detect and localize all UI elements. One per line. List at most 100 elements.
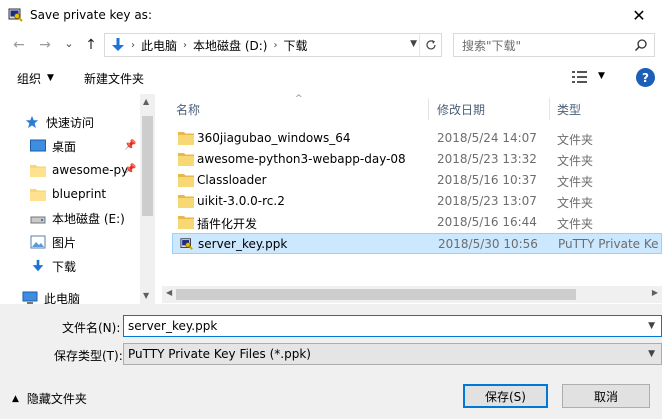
- scroll-up-icon[interactable]: ▲: [143, 97, 149, 106]
- computer-icon: [22, 291, 38, 304]
- file-name: 插件化开发: [197, 217, 258, 231]
- back-button[interactable]: ←: [8, 34, 30, 56]
- up-button[interactable]: ↑: [80, 34, 102, 56]
- filename-label: 文件名(N):: [62, 321, 121, 335]
- view-dropdown-icon[interactable]: ▼: [598, 71, 605, 81]
- putty-key-icon: [8, 8, 23, 22]
- hide-folders-label: 隐藏文件夹: [26, 392, 87, 406]
- save-options-panel: 文件名(N): server_key.ppk ▼ 保存类型(T): PuTTY …: [0, 304, 662, 419]
- file-name: Classloader: [197, 173, 267, 187]
- file-row[interactable]: 插件化开发 2018/5/16 16:44 文件夹: [172, 212, 662, 233]
- file-date: 2018/5/16 16:44: [437, 215, 537, 229]
- search-input[interactable]: 搜索"下载": [453, 33, 655, 57]
- download-icon: [32, 259, 44, 272]
- sidebar-item-label: 此电脑: [44, 291, 81, 305]
- chevron-down-icon[interactable]: ▼: [648, 321, 655, 331]
- file-date: 2018/5/24 14:07: [437, 131, 537, 145]
- star-icon: [25, 115, 39, 129]
- file-row[interactable]: 360jiagubao_windows_64 2018/5/24 14:07 文…: [172, 128, 662, 149]
- sidebar-item-desktop[interactable]: 桌面 📌: [30, 135, 155, 157]
- cancel-button[interactable]: 取消: [562, 384, 650, 408]
- window-title: Save private key as:: [30, 8, 152, 22]
- close-button[interactable]: ✕: [616, 0, 662, 30]
- file-list-horizontal-scrollbar[interactable]: ◀ ▶: [162, 286, 662, 303]
- sidebar-item-label: 下载: [52, 259, 77, 274]
- sidebar-item-label: blueprint: [52, 187, 107, 201]
- file-date: 2018/5/30 10:56: [438, 237, 538, 251]
- column-header-name[interactable]: 名称: [176, 98, 200, 120]
- sidebar-item-awesome-py[interactable]: awesome-py 📌: [30, 159, 155, 181]
- sidebar-item-drive-e[interactable]: 本地磁盘 (E:): [30, 207, 155, 229]
- sidebar-item-downloads[interactable]: 下载: [30, 255, 155, 277]
- file-row[interactable]: awesome-python3-webapp-day-08 2018/5/23 …: [172, 149, 662, 170]
- column-header-label: 名称: [176, 102, 201, 117]
- file-row[interactable]: uikit-3.0.0-rc.2 2018/5/23 13:07 文件夹: [172, 191, 662, 212]
- column-header-type[interactable]: 类型: [557, 98, 581, 120]
- help-button[interactable]: ?: [636, 68, 655, 87]
- navigation-pane: 快速访问 桌面 📌 awesome-py 📌 blueprint 本地磁盘 (E…: [0, 94, 155, 304]
- file-type: 文件夹: [557, 154, 594, 168]
- organize-label: 组织: [17, 71, 42, 86]
- search-placeholder: 搜索"下载": [462, 38, 522, 53]
- column-header-date[interactable]: 修改日期: [437, 98, 485, 120]
- breadcrumb-separator-icon: ›: [183, 39, 188, 51]
- sidebar-item-blueprint[interactable]: blueprint: [30, 183, 155, 205]
- column-header-label: 类型: [557, 102, 582, 117]
- file-list: ^ 名称 修改日期 类型 360jiagubao_windows_64 2018…: [162, 94, 662, 304]
- folder-icon: [178, 195, 194, 208]
- recent-locations-button[interactable]: ⌄: [58, 32, 80, 54]
- scrollbar-thumb[interactable]: [142, 116, 153, 216]
- file-date: 2018/5/23 13:32: [437, 152, 537, 166]
- navigation-bar: ← → ⌄ ↑ › 此电脑 › 本地磁盘 (D:) › 下载 ▼ 搜索"下载": [0, 30, 662, 60]
- sidebar-item-this-pc[interactable]: 此电脑: [22, 287, 155, 304]
- column-divider[interactable]: [549, 98, 550, 120]
- scroll-right-icon[interactable]: ▶: [652, 288, 658, 297]
- scroll-left-icon[interactable]: ◀: [166, 288, 172, 297]
- filetype-select[interactable]: PuTTY Private Key Files (*.ppk) ▼: [123, 343, 662, 365]
- file-type: PuTTY Private Ke: [558, 237, 659, 251]
- search-icon: [634, 39, 647, 52]
- view-options-icon[interactable]: [572, 70, 588, 84]
- new-folder-button[interactable]: 新建文件夹: [84, 70, 144, 87]
- forward-arrow-icon: →: [39, 37, 51, 53]
- refresh-button[interactable]: [419, 34, 441, 56]
- file-row[interactable]: Classloader 2018/5/16 10:37 文件夹: [172, 170, 662, 191]
- address-bar[interactable]: › 此电脑 › 本地磁盘 (D:) › 下载 ▼: [104, 33, 442, 57]
- hide-folders-toggle[interactable]: ▲ 隐藏文件夹: [12, 390, 87, 407]
- sidebar-item-label: 图片: [52, 235, 77, 250]
- column-divider[interactable]: [428, 98, 429, 120]
- title-bar: Save private key as: ✕: [0, 0, 662, 30]
- filetype-label: 保存类型(T):: [54, 349, 123, 363]
- address-dropdown-icon[interactable]: ▼: [410, 39, 417, 49]
- organize-menu[interactable]: 组织 ▼: [17, 70, 54, 87]
- desktop-icon: [30, 139, 46, 152]
- column-header-label: 修改日期: [437, 102, 486, 117]
- forward-button[interactable]: →: [34, 34, 56, 56]
- breadcrumb-item[interactable]: 本地磁盘 (D:): [193, 37, 267, 54]
- sort-ascending-icon: ^: [295, 94, 303, 104]
- save-button[interactable]: 保存(S): [463, 384, 548, 408]
- file-date: 2018/5/23 13:07: [437, 194, 537, 208]
- chevron-down-icon: ⌄: [64, 36, 74, 50]
- help-icon: ?: [642, 70, 649, 85]
- sidebar-item-label: 桌面: [52, 139, 77, 154]
- folder-icon: [30, 165, 46, 177]
- file-type: 文件夹: [557, 217, 594, 231]
- drive-icon: [30, 216, 46, 224]
- navigation-pane-scrollbar[interactable]: ▲ ▼: [140, 94, 155, 304]
- refresh-icon: [425, 40, 436, 50]
- close-icon: ✕: [632, 5, 646, 25]
- sidebar-item-quick-access[interactable]: 快速访问: [24, 111, 155, 133]
- sidebar-item-pictures[interactable]: 图片: [30, 231, 155, 253]
- file-row-selected[interactable]: server_key.ppk 2018/5/30 10:56 PuTTY Pri…: [172, 233, 662, 254]
- filename-field[interactable]: server_key.ppk ▼: [123, 315, 662, 337]
- chevron-down-icon: ▼: [648, 349, 655, 359]
- sidebar-item-label: 快速访问: [46, 115, 95, 130]
- breadcrumb-separator-icon: ›: [131, 39, 135, 51]
- breadcrumb-item[interactable]: 此电脑: [141, 37, 177, 54]
- scroll-down-icon[interactable]: ▼: [143, 291, 149, 300]
- scrollbar-thumb[interactable]: [176, 289, 576, 300]
- file-name: 360jiagubao_windows_64: [197, 131, 351, 145]
- breadcrumb-item[interactable]: 下载: [283, 37, 307, 54]
- up-arrow-icon: ↑: [85, 37, 97, 53]
